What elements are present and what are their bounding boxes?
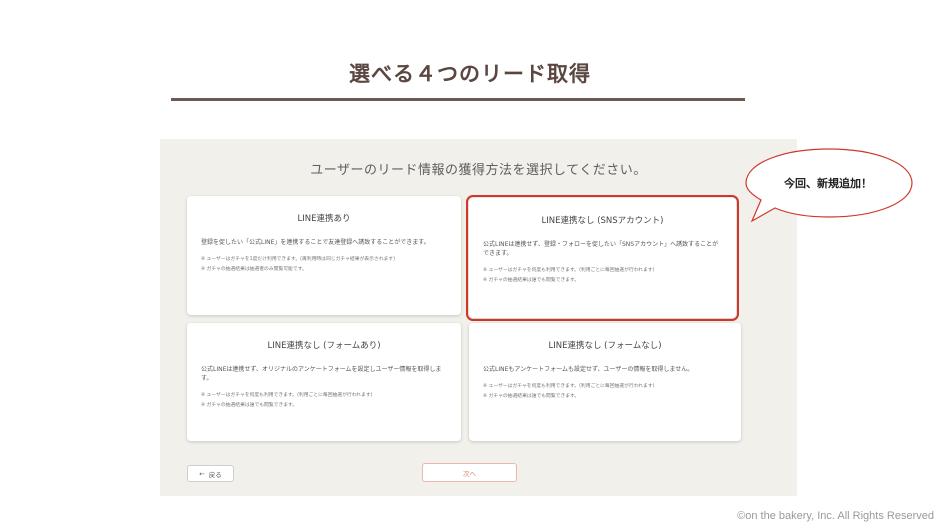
back-button-label: 戻る: [208, 470, 222, 479]
card-title: LINE連携なし (フォームなし): [548, 341, 662, 351]
card-note: ※ ガチャの抽選結果は誰でも閲覧できます。: [483, 278, 580, 283]
card-note: ※ ユーザーはガチャを何度も利用できます。(利用ごとに毎回抽選が行われます): [483, 268, 655, 273]
speech-bubble: 今回、新規追加！: [745, 147, 915, 231]
next-button-label: 次へ: [463, 469, 476, 478]
card-note: ※ ガチャの抽選結果は抽選者のみ閲覧可能です。: [201, 267, 307, 272]
lead-method-panel: ユーザーのリード情報の獲得方法を選択してください。 LINE連携あり 登録を促し…: [160, 139, 797, 496]
card-without-form[interactable]: LINE連携なし (フォームなし) 公式LINEもアンケートフォームも設定せず、…: [469, 323, 741, 441]
card-note: ※ ガチャの抽選結果は誰でも閲覧できます。: [201, 403, 298, 408]
card-note: ※ ガチャの抽選結果は誰でも閲覧できます。: [483, 394, 580, 399]
card-line-linked[interactable]: LINE連携あり 登録を促したい「公式LINE」を連携することで友達登録へ誘致す…: [187, 196, 461, 315]
arrow-left-icon: ←: [199, 469, 205, 478]
card-sns-account[interactable]: LINE連携なし (SNSアカウント) 公式LINEは連携せず、登録・フォローを…: [466, 195, 739, 321]
title-underline: [171, 98, 745, 101]
card-note: ※ ユーザーはガチャを何度も利用できます。(利用ごとに毎回抽選が行われます): [483, 384, 655, 389]
card-title: LINE連携なし (SNSアカウント): [541, 216, 664, 226]
back-button[interactable]: ← 戻る: [187, 465, 234, 482]
card-note: ※ ユーザーはガチャを何度も利用できます。(利用ごとに毎回抽選が行われます): [201, 393, 373, 398]
card-description: 公式LINEもアンケートフォームも設定せず、ユーザーの情報を取得しません。: [483, 366, 694, 373]
card-description: 公式LINEは連携せず、登録・フォローを促したい「SNSアカウント」へ誘致するこ…: [483, 241, 719, 257]
card-description: 公式LINEは連携せず、オリジナルのアンケートフォームを設定しユーザー情報を取得…: [201, 366, 442, 382]
card-note: ※ ユーザーはガチャを1度だけ利用できます。(再利用時は同じガチャ結果が表示され…: [201, 257, 395, 262]
card-with-form[interactable]: LINE連携なし (フォームあり) 公式LINEは連携せず、オリジナルのアンケー…: [187, 323, 461, 441]
slide-title: 選べる４つのリード取得: [349, 62, 591, 86]
card-description: 登録を促したい「公式LINE」を連携することで友達登録へ誘致することができます。: [201, 239, 430, 246]
speech-bubble-text: 今回、新規追加！: [784, 177, 872, 190]
card-title: LINE連携なし (フォームあり): [267, 341, 381, 351]
next-button[interactable]: 次へ: [422, 463, 517, 482]
copyright: ©on the bakery, Inc. All Rights Reserved: [737, 510, 934, 522]
card-title: LINE連携あり: [297, 214, 351, 224]
panel-heading: ユーザーのリード情報の獲得方法を選択してください。: [310, 163, 647, 178]
